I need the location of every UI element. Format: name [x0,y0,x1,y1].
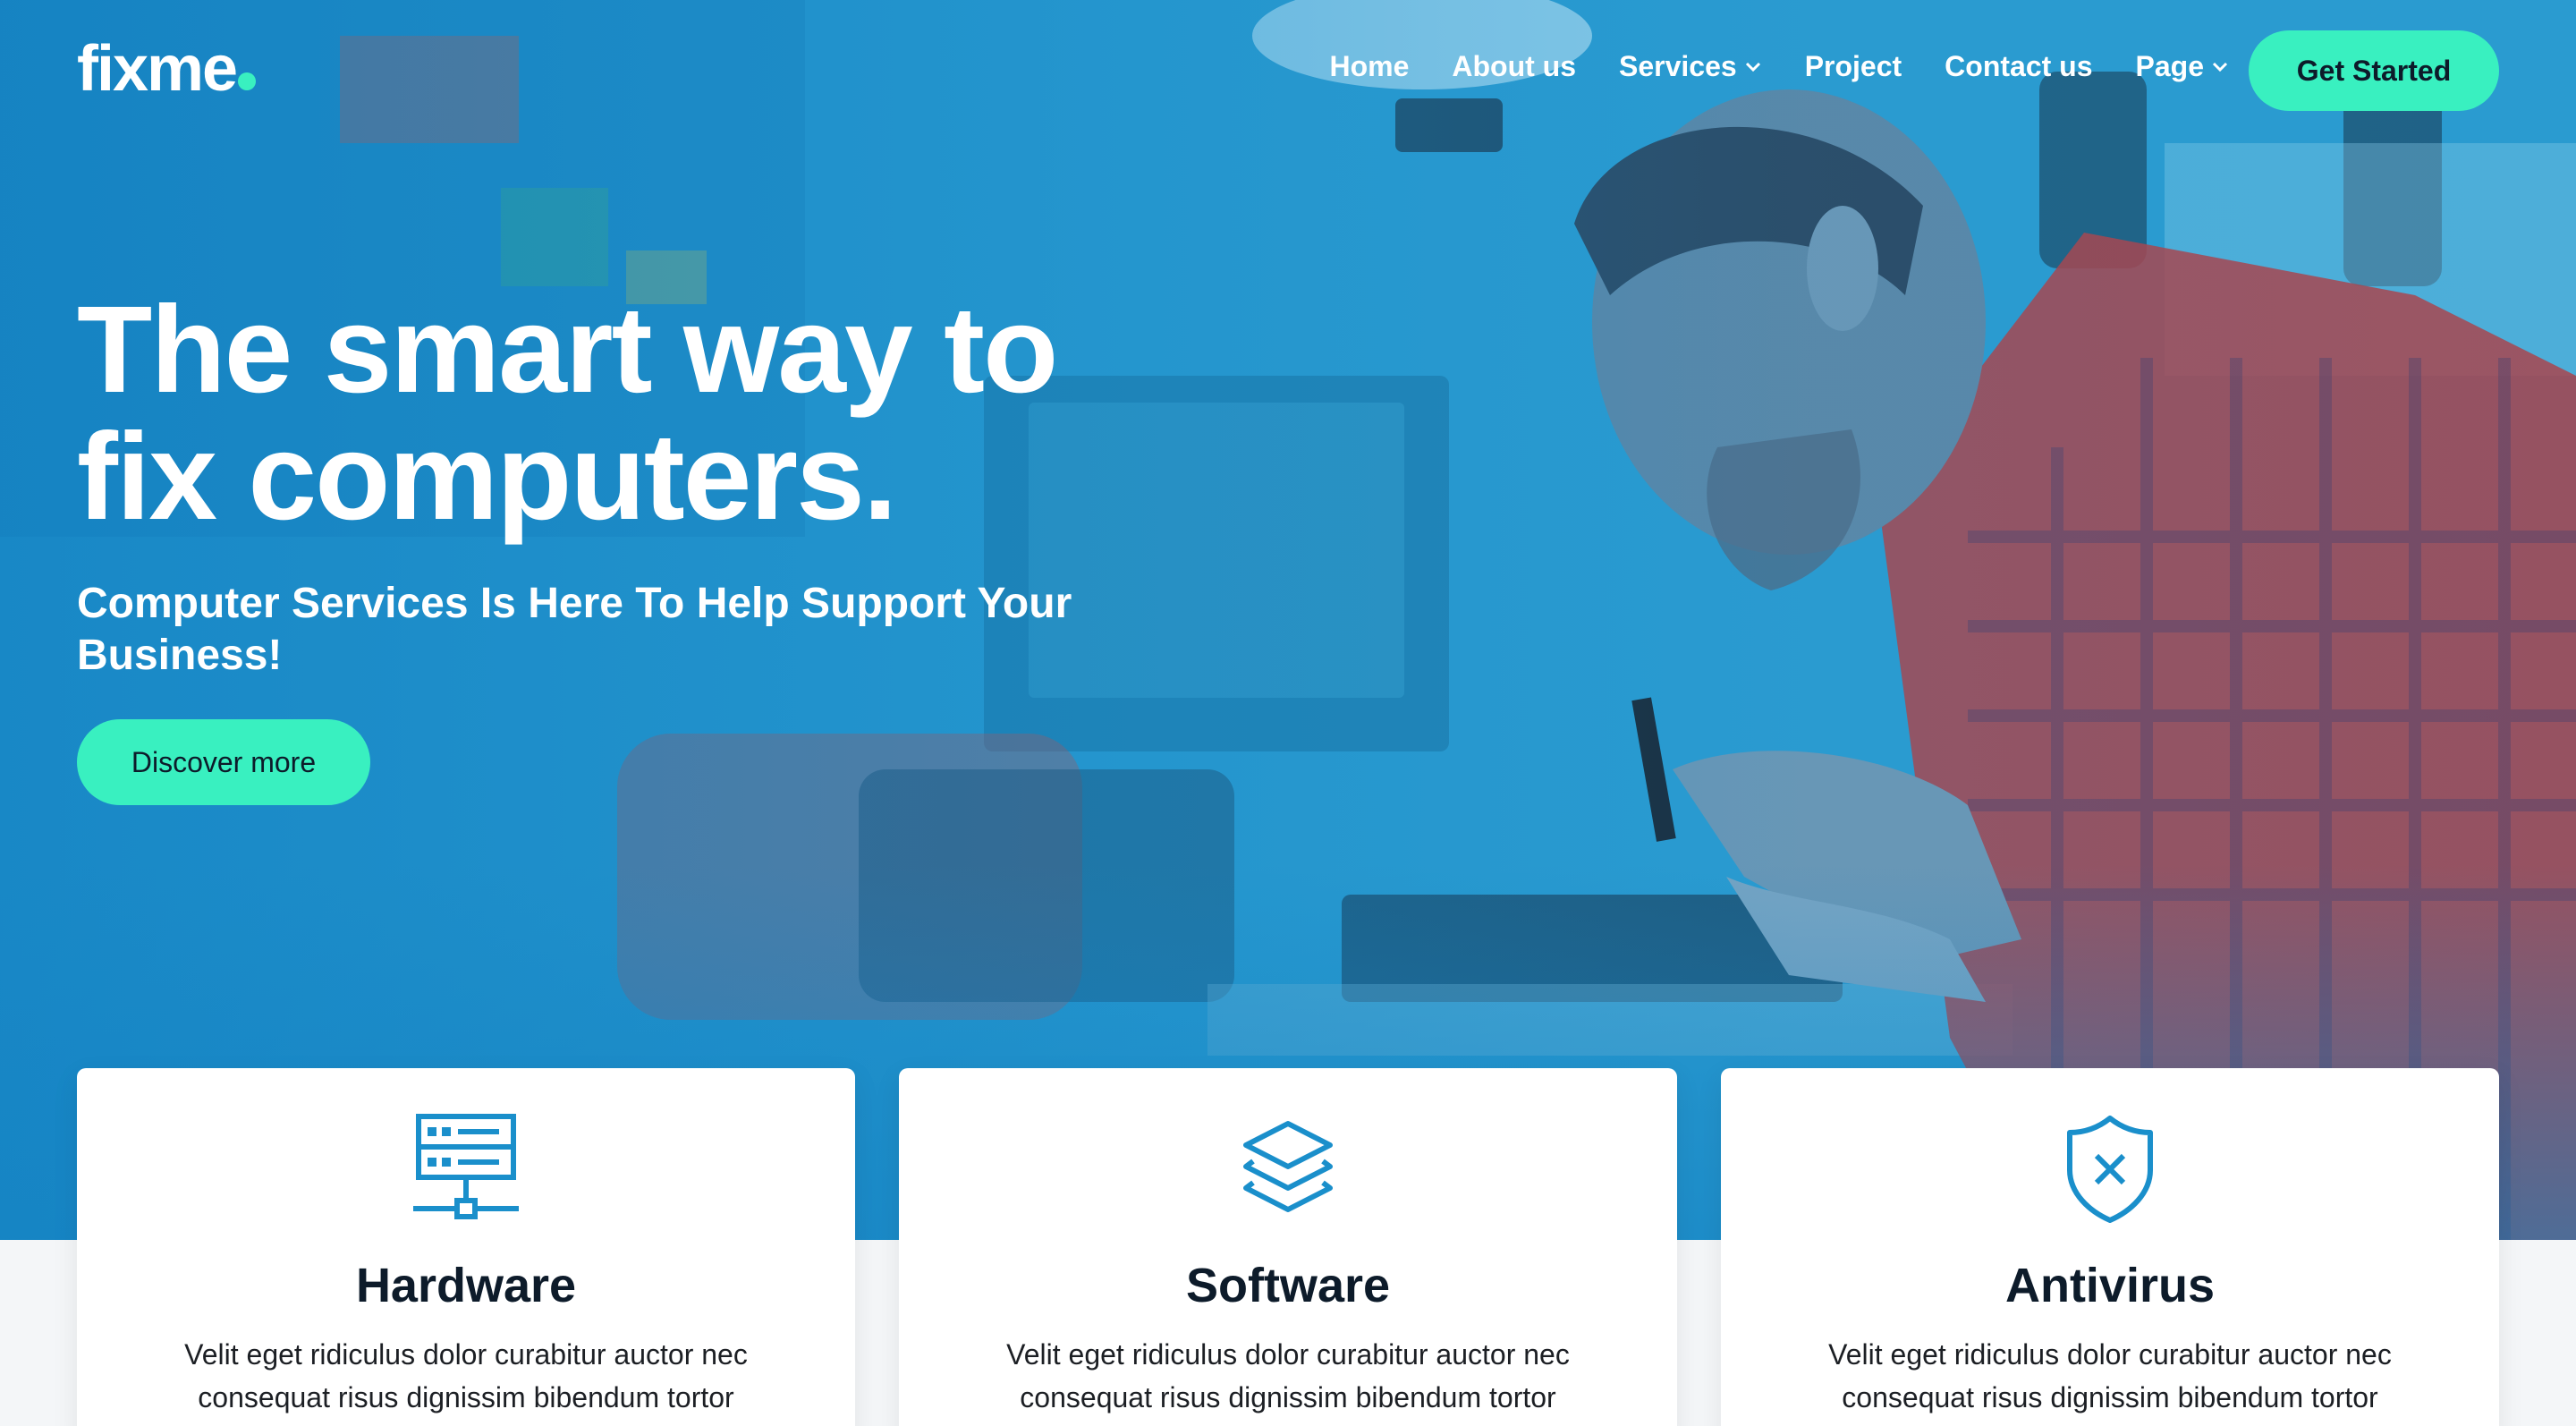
service-card-software[interactable]: Software Velit eget ridiculus dolor cura… [899,1068,1677,1426]
nav-services-label: Services [1619,50,1737,82]
chevron-down-icon [1745,62,1760,72]
hero-title-line1: The smart way to [77,281,1058,419]
card-title: Software [1185,1259,1391,1312]
logo-text: fixme [77,33,238,105]
service-card-hardware[interactable]: Hardware Velit eget ridiculus dolor cura… [77,1068,855,1426]
nav-about-us-label: About us [1452,50,1577,82]
nav-project-label: Project [1804,50,1902,82]
nav-page[interactable]: Page [2136,50,2229,83]
card-text: Velit eget ridiculus dolor curabitur auc… [1828,1338,2392,1413]
logo-dot-icon [238,72,257,90]
hero-title: The smart way to fix computers. [77,286,1329,540]
hero-title-line2: fix computers. [77,408,897,546]
card-text: Velit eget ridiculus dolor curabitur auc… [1006,1338,1570,1413]
card-title: Hardware [355,1259,577,1312]
nav-services[interactable]: Services [1619,50,1762,83]
nav-project[interactable]: Project [1805,50,1902,83]
main-nav: Home About us Services Project Contact u… [1286,50,2229,83]
hero-section: fixme Home About us Services Project Con… [0,0,2576,1240]
layers-icon [1243,1121,1333,1212]
card-text: Velit eget ridiculus dolor curabitur auc… [184,1338,748,1413]
card-title: Antivirus [2004,1259,2216,1312]
nav-about-us[interactable]: About us [1452,50,1576,83]
get-started-button[interactable]: Get Started [2249,30,2499,111]
discover-more-button[interactable]: Discover more [77,719,370,805]
nav-home[interactable]: Home [1329,50,1409,83]
nav-page-label: Page [2135,50,2204,82]
site-header: fixme Home About us Services Project Con… [0,0,2576,143]
shield-x-icon [2067,1116,2153,1223]
service-card-antivirus[interactable]: Antivirus Velit eget ridiculus dolor cur… [1721,1068,2499,1426]
chevron-down-icon [2212,62,2228,72]
logo[interactable]: fixme [77,32,257,106]
server-network-icon [413,1114,519,1219]
nav-home-label: Home [1329,50,1410,82]
hero-subtitle: Computer Services Is Here To Help Suppor… [77,580,1072,679]
nav-contact-us-label: Contact us [1945,50,2093,82]
nav-contact-us[interactable]: Contact us [1945,50,2092,83]
